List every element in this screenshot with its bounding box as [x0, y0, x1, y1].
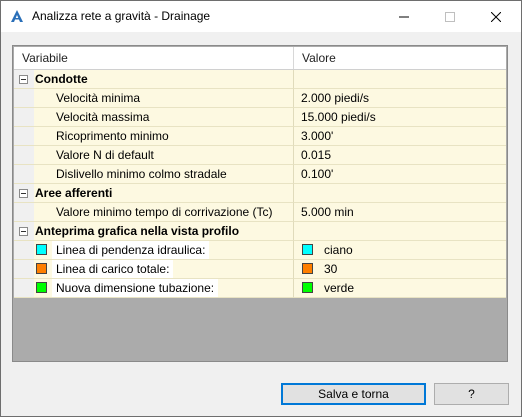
property-value: 30: [324, 262, 338, 276]
group-label: Condotte: [35, 72, 88, 86]
color-property-row[interactable]: Linea di carico totale: 30: [14, 260, 506, 279]
grid-rows: Condotte Velocità minima 2.000 piedi/s V…: [14, 70, 506, 298]
group-row-anteprima-grafica[interactable]: Anteprima grafica nella vista profilo: [14, 222, 506, 241]
property-row[interactable]: Valore N di default 0.015: [14, 146, 506, 165]
property-value: ciano: [324, 243, 353, 257]
property-label: Ricoprimento minimo: [56, 129, 169, 143]
color-value-cell[interactable]: ciano: [294, 241, 506, 260]
grid-header: Variabile Valore: [14, 47, 506, 70]
color-swatch-icon: [36, 282, 47, 293]
property-label: Velocità minima: [56, 91, 141, 105]
maximize-button: [427, 1, 473, 32]
color-swatch-icon: [36, 263, 47, 274]
window-title: Analizza rete a gravità - Drainage: [32, 9, 211, 23]
collapse-icon[interactable]: [19, 189, 28, 198]
property-label: Valore N di default: [56, 148, 154, 162]
property-row[interactable]: Ricoprimento minimo 3.000': [14, 127, 506, 146]
property-grid: Variabile Valore Condotte Velocità minim…: [12, 45, 508, 362]
property-value[interactable]: 2.000 piedi/s: [294, 89, 506, 108]
color-value-cell[interactable]: 30: [294, 260, 506, 279]
property-label: Dislivello minimo colmo stradale: [56, 167, 227, 181]
color-swatch-icon: [302, 244, 313, 255]
property-row[interactable]: Dislivello minimo colmo stradale 0.100': [14, 165, 506, 184]
title-bar[interactable]: Analizza rete a gravità - Drainage: [1, 1, 521, 32]
save-and-return-button[interactable]: Salva e torna: [281, 383, 426, 405]
property-label: Valore minimo tempo di corrivazione (Tc): [56, 205, 273, 219]
collapse-icon[interactable]: [19, 227, 28, 236]
property-label: Nuova dimensione tubazione:: [56, 281, 215, 295]
color-value-cell[interactable]: verde: [294, 279, 506, 298]
minimize-button[interactable]: [381, 1, 427, 32]
property-label: Linea di carico totale:: [56, 262, 170, 276]
column-header-value[interactable]: Valore: [294, 47, 506, 69]
property-value[interactable]: 3.000': [294, 127, 506, 146]
help-button[interactable]: ?: [434, 383, 509, 405]
group-label: Aree afferenti: [35, 186, 113, 200]
group-row-aree-afferenti[interactable]: Aree afferenti: [14, 184, 506, 203]
property-label: Linea di pendenza idraulica:: [56, 243, 206, 257]
maximize-icon: [445, 11, 455, 22]
color-property-row[interactable]: Nuova dimensione tubazione: verde: [14, 279, 506, 298]
close-button[interactable]: [473, 1, 519, 32]
group-label: Anteprima grafica nella vista profilo: [35, 224, 240, 238]
property-value: verde: [324, 281, 355, 295]
collapse-icon[interactable]: [19, 75, 28, 84]
color-property-row[interactable]: Linea di pendenza idraulica: ciano: [14, 241, 506, 260]
close-icon: [491, 11, 501, 22]
property-value[interactable]: 15.000 piedi/s: [294, 108, 506, 127]
group-row-condotte[interactable]: Condotte: [14, 70, 506, 89]
autocad-civil-app-icon: [9, 8, 25, 24]
dialog-window: Analizza rete a gravità - Drainage Varia…: [0, 0, 522, 417]
property-value[interactable]: 0.100': [294, 165, 506, 184]
minimize-icon: [399, 16, 409, 17]
property-row[interactable]: Velocità minima 2.000 piedi/s: [14, 89, 506, 108]
property-value[interactable]: 0.015: [294, 146, 506, 165]
color-swatch-icon: [302, 263, 313, 274]
property-row[interactable]: Valore minimo tempo di corrivazione (Tc)…: [14, 203, 506, 222]
property-value[interactable]: 5.000 min: [294, 203, 506, 222]
property-row[interactable]: Velocità massima 15.000 piedi/s: [14, 108, 506, 127]
color-swatch-icon: [36, 244, 47, 255]
property-label: Velocità massima: [56, 110, 150, 124]
column-header-variable[interactable]: Variabile: [14, 47, 294, 69]
color-swatch-icon: [302, 282, 313, 293]
